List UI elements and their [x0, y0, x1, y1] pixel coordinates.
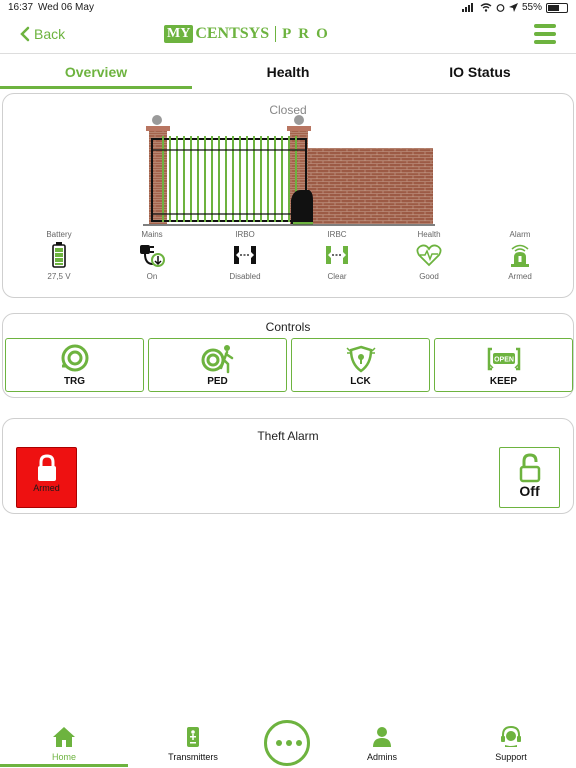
- back-label: Back: [34, 26, 66, 42]
- nav-transmitters[interactable]: Transmitters: [148, 724, 238, 762]
- metric-value: On: [146, 272, 158, 281]
- metric-label: IRBC: [327, 230, 347, 239]
- device-battery-icon: [546, 2, 568, 13]
- nav-support[interactable]: Support: [466, 724, 556, 762]
- nav-admins[interactable]: Admins: [337, 724, 427, 762]
- siren-icon: [511, 244, 529, 267]
- gate-illustration: [143, 115, 435, 226]
- battery-icon: [52, 242, 66, 268]
- keep-label: KEEP: [489, 376, 518, 387]
- keep-open-icon: OPEN: [487, 347, 520, 371]
- signal-icon: [461, 3, 473, 12]
- metric-label: Health: [417, 230, 441, 239]
- status-bar: 16:37 Wed 06 May 55%: [0, 0, 576, 16]
- metric-mains[interactable]: Mains On: [107, 230, 197, 281]
- wifi-icon: [480, 3, 492, 12]
- metric-value: Disabled: [229, 272, 261, 281]
- pedestrian-icon: [201, 345, 233, 374]
- metric-value: Good: [419, 272, 439, 281]
- trigger-icon: [61, 344, 88, 372]
- logo-pro: PRO: [282, 25, 335, 42]
- more-button[interactable]: [264, 720, 310, 766]
- svg-text:OPEN: OPEN: [494, 357, 514, 364]
- metric-irbc[interactable]: IRBC Clear: [292, 230, 382, 281]
- battery-percent: 55%: [521, 2, 542, 13]
- metric-value: 27,5 V: [47, 272, 71, 281]
- armed-label: Armed: [33, 483, 60, 493]
- gate-motor: [291, 190, 313, 224]
- person-icon: [373, 727, 391, 747]
- metric-irbo[interactable]: IRBO Disabled: [200, 230, 290, 281]
- navigation-bar: Back MY CENTSYS PRO: [0, 16, 576, 54]
- logo-centsys: CENTSYS: [195, 25, 270, 42]
- lck-button[interactable]: LCK: [291, 338, 430, 392]
- irbc-beam-icon: [326, 246, 348, 264]
- headset-icon: [501, 725, 521, 747]
- metric-label: Mains: [141, 230, 163, 239]
- padlock-open-icon: [519, 453, 540, 483]
- trg-label: TRG: [63, 376, 86, 387]
- nav-label: Home: [51, 752, 76, 762]
- off-label: Off: [519, 483, 540, 499]
- alarm-off-button[interactable]: Off: [499, 447, 560, 508]
- brick-wall: [303, 148, 433, 224]
- metric-alarm[interactable]: Alarm Armed: [475, 230, 565, 281]
- logo-divider: [275, 26, 277, 42]
- logo-my: MY: [164, 25, 194, 43]
- heart-pulse-icon: [416, 244, 442, 267]
- theft-alarm-card: Theft Alarm Armed Off: [2, 418, 574, 514]
- irbo-beam-icon: [234, 246, 256, 264]
- active-tab-indicator: [0, 86, 192, 89]
- nav-label: Support: [495, 752, 527, 762]
- theft-alarm-title: Theft Alarm: [257, 429, 319, 443]
- metric-label: Battery: [46, 230, 72, 239]
- location-icon: [508, 3, 518, 12]
- controls-card: Controls TRG PED LCK OPEN KEEP: [2, 313, 574, 398]
- alarm-clock-icon: [496, 4, 505, 12]
- gate-status-card: Closed Battery 27,5 V Mains On IRBO Disa…: [2, 93, 574, 298]
- centsys-pro-logo: MY CENTSYS PRO: [164, 24, 335, 44]
- metric-health[interactable]: Health Good: [384, 230, 474, 281]
- controls-title: Controls: [265, 320, 311, 334]
- status-indicators: 55%: [461, 2, 568, 13]
- metric-label: IRBO: [235, 230, 255, 239]
- alarm-armed-button[interactable]: Armed: [16, 447, 77, 508]
- padlock-closed-icon: [37, 454, 56, 481]
- remote-icon: [187, 727, 199, 747]
- metric-value: Clear: [327, 272, 347, 281]
- nav-label: Admins: [366, 752, 397, 762]
- status-time: 16:37: [8, 2, 34, 13]
- lck-label: LCK: [350, 376, 371, 387]
- trg-button[interactable]: TRG: [5, 338, 144, 392]
- tab-bar: Overview Health IO Status: [0, 56, 576, 90]
- metric-battery[interactable]: Battery 27,5 V: [14, 230, 104, 281]
- lock-gate-icon: [345, 345, 376, 373]
- tab-overview[interactable]: Overview: [0, 64, 192, 80]
- mains-plug-icon: [140, 245, 165, 267]
- ped-label: PED: [207, 376, 228, 387]
- home-icon: [53, 727, 75, 747]
- tab-health[interactable]: Health: [192, 64, 384, 80]
- chevron-left-icon: [20, 26, 30, 42]
- tab-io-status[interactable]: IO Status: [384, 64, 576, 80]
- keep-button[interactable]: OPEN KEEP: [434, 338, 573, 392]
- more-icon: [276, 740, 302, 746]
- nav-home[interactable]: Home: [19, 724, 109, 762]
- metric-value: Armed: [508, 272, 532, 281]
- metric-label: Alarm: [509, 230, 531, 239]
- back-button[interactable]: Back: [20, 26, 65, 42]
- nav-label: Transmitters: [168, 752, 218, 762]
- ped-button[interactable]: PED: [148, 338, 287, 392]
- active-nav-indicator: [0, 764, 128, 767]
- menu-icon[interactable]: [534, 24, 556, 44]
- metrics-row: Battery 27,5 V Mains On IRBO Disabled IR…: [3, 230, 573, 290]
- status-date: Wed 06 May: [38, 2, 94, 13]
